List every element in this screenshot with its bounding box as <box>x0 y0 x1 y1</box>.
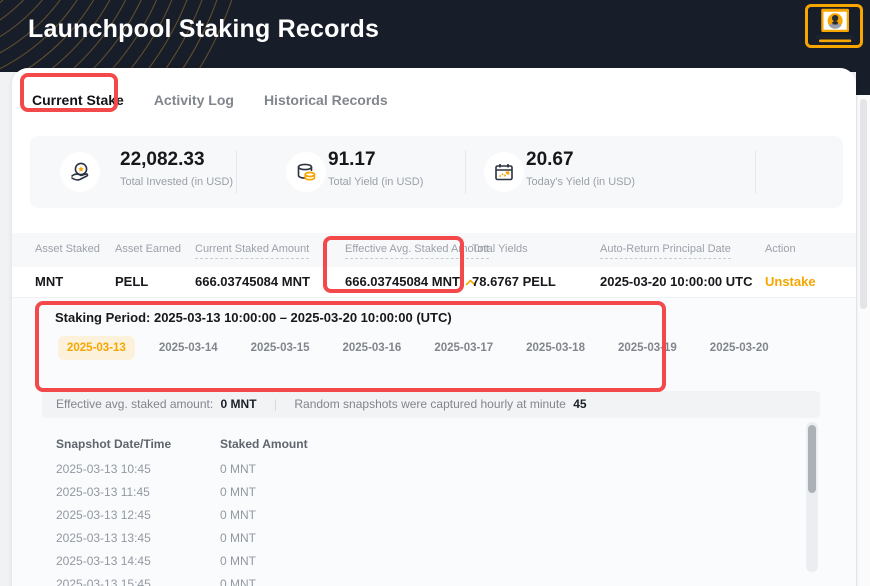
date-pill-2025-03-19[interactable]: 2025-03-19 <box>609 336 686 360</box>
snapshot-amount: 0 MNT <box>220 507 256 522</box>
col-effective-avg-staked-amount[interactable]: Effective Avg. Staked Amount <box>345 243 489 259</box>
snapshot-row: 2025-03-13 14:45 0 MNT <box>56 549 796 572</box>
effective-avg-value: 666.03745084 MNT <box>345 274 460 289</box>
tab-current-stake[interactable]: Current Stake <box>32 88 124 112</box>
cell-current-staked-amount: 666.03745084 MNT <box>195 274 310 289</box>
calendar-yield-icon <box>484 152 524 192</box>
date-pill-2025-03-13[interactable]: 2025-03-13 <box>58 336 135 360</box>
hand-coin-icon <box>60 152 100 192</box>
snapshot-row: 2025-03-13 13:45 0 MNT <box>56 526 796 549</box>
date-pill-2025-03-20[interactable]: 2025-03-20 <box>701 336 778 360</box>
date-pill-2025-03-16[interactable]: 2025-03-16 <box>333 336 410 360</box>
staking-detail-panel: Staking Period: 2025-03-13 10:00:00 – 20… <box>12 297 856 586</box>
col-snapshot-datetime: Snapshot Date/Time <box>56 437 172 451</box>
tab-activity-log[interactable]: Activity Log <box>154 88 234 112</box>
tab-historical-records[interactable]: Historical Records <box>264 88 388 112</box>
effective-avg-info-bar: Effective avg. staked amount: 0 MNT | Ra… <box>42 391 820 418</box>
tab-bar: Current Stake Activity Log Historical Re… <box>32 88 388 112</box>
stat-divider <box>755 150 756 194</box>
unstake-button[interactable]: Unstake <box>765 274 816 289</box>
snapshot-time: 2025-03-13 10:45 <box>56 461 151 476</box>
snapshot-note: Random snapshots were captured hourly at… <box>294 397 566 411</box>
cell-asset-earned: PELL <box>115 274 149 289</box>
snapshot-date-selector: 2025-03-13 2025-03-14 2025-03-15 2025-03… <box>58 336 778 360</box>
snapshot-time: 2025-03-13 15:45 <box>56 576 151 586</box>
date-pill-2025-03-14[interactable]: 2025-03-14 <box>150 336 227 360</box>
page-title: Launchpool Staking Records <box>28 15 380 43</box>
snapshot-amount: 0 MNT <box>220 530 256 545</box>
todays-yield-label: Today's Yield (in USD) <box>526 176 636 188</box>
total-yield-label: Total Yield (in USD) <box>328 176 424 188</box>
stat-divider <box>236 150 237 194</box>
snapshot-row: 2025-03-13 11:45 0 MNT <box>56 480 796 503</box>
launchpool-staking-records-page: Launchpool Staking Records Current Stake… <box>0 0 870 586</box>
snapshot-table: Snapshot Date/Time Staked Amount 2025-03… <box>56 431 796 586</box>
page-header: Launchpool Staking Records <box>0 0 870 72</box>
snapshot-time: 2025-03-13 11:45 <box>56 484 150 499</box>
snapshot-scrollbar-thumb[interactable] <box>808 425 816 493</box>
table-row: MNT PELL 666.03745084 MNT 666.03745084 M… <box>12 267 856 297</box>
effective-avg-label: Effective avg. staked amount: <box>56 397 214 411</box>
col-current-staked-amount[interactable]: Current Staked Amount <box>195 243 310 259</box>
cell-asset-staked: MNT <box>35 274 64 289</box>
snapshot-amount: 0 MNT <box>220 576 256 586</box>
effective-avg-amount: 0 MNT <box>220 397 257 411</box>
cell-total-yields: 78.6767 PELL <box>472 274 556 289</box>
total-yield-value: 91.17 <box>328 149 376 170</box>
coins-stack-icon <box>286 152 326 192</box>
total-invested-value: 22,082.33 <box>120 149 205 170</box>
table-header-row: Asset Staked Asset Earned Current Staked… <box>12 233 856 267</box>
todays-yield-value: 20.67 <box>526 149 574 170</box>
snapshot-table-header: Snapshot Date/Time Staked Amount <box>56 431 796 457</box>
date-pill-2025-03-18[interactable]: 2025-03-18 <box>517 336 594 360</box>
snapshot-minute: 45 <box>573 397 587 411</box>
staking-records-card: Current Stake Activity Log Historical Re… <box>12 68 856 586</box>
snapshot-amount: 0 MNT <box>220 553 256 568</box>
stat-divider <box>465 150 466 194</box>
browser-scrollbar-thumb[interactable] <box>860 99 867 309</box>
header-corner-fill <box>856 72 870 95</box>
total-invested-label: Total Invested (in USD) <box>120 176 234 188</box>
col-action: Action <box>765 243 796 255</box>
col-staked-amount: Staked Amount <box>220 437 308 451</box>
profile-laptop-icon[interactable] <box>805 4 863 48</box>
snapshot-time: 2025-03-13 14:45 <box>56 553 151 568</box>
info-divider: | <box>273 397 278 411</box>
col-asset-staked: Asset Staked <box>35 243 100 255</box>
snapshot-amount: 0 MNT <box>220 484 256 499</box>
date-pill-2025-03-17[interactable]: 2025-03-17 <box>425 336 502 360</box>
snapshot-row: 2025-03-13 10:45 0 MNT <box>56 457 796 480</box>
snapshot-amount: 0 MNT <box>220 461 256 476</box>
snapshot-row: 2025-03-13 12:45 0 MNT <box>56 503 796 526</box>
summary-stats: 22,082.33 Total Invested (in USD) 91.17 … <box>30 136 843 208</box>
col-asset-earned: Asset Earned <box>115 243 182 255</box>
snapshot-time: 2025-03-13 12:45 <box>56 507 151 522</box>
laptop-avatar-icon <box>816 8 855 43</box>
snapshot-time: 2025-03-13 13:45 <box>56 530 151 545</box>
snapshot-scrollbar[interactable] <box>806 422 818 572</box>
col-auto-return-principal-date[interactable]: Auto-Return Principal Date <box>600 243 731 259</box>
browser-scrollbar[interactable] <box>856 95 870 586</box>
cell-effective-avg-staked-amount[interactable]: 666.03745084 MNT <box>345 274 476 289</box>
snapshot-row: 2025-03-13 15:45 0 MNT <box>56 572 796 586</box>
col-total-yields: Total Yields <box>472 243 528 255</box>
date-pill-2025-03-15[interactable]: 2025-03-15 <box>242 336 319 360</box>
cell-auto-return-date: 2025-03-20 10:00:00 UTC <box>600 274 753 289</box>
staking-period-title: Staking Period: 2025-03-13 10:00:00 – 20… <box>55 310 452 325</box>
